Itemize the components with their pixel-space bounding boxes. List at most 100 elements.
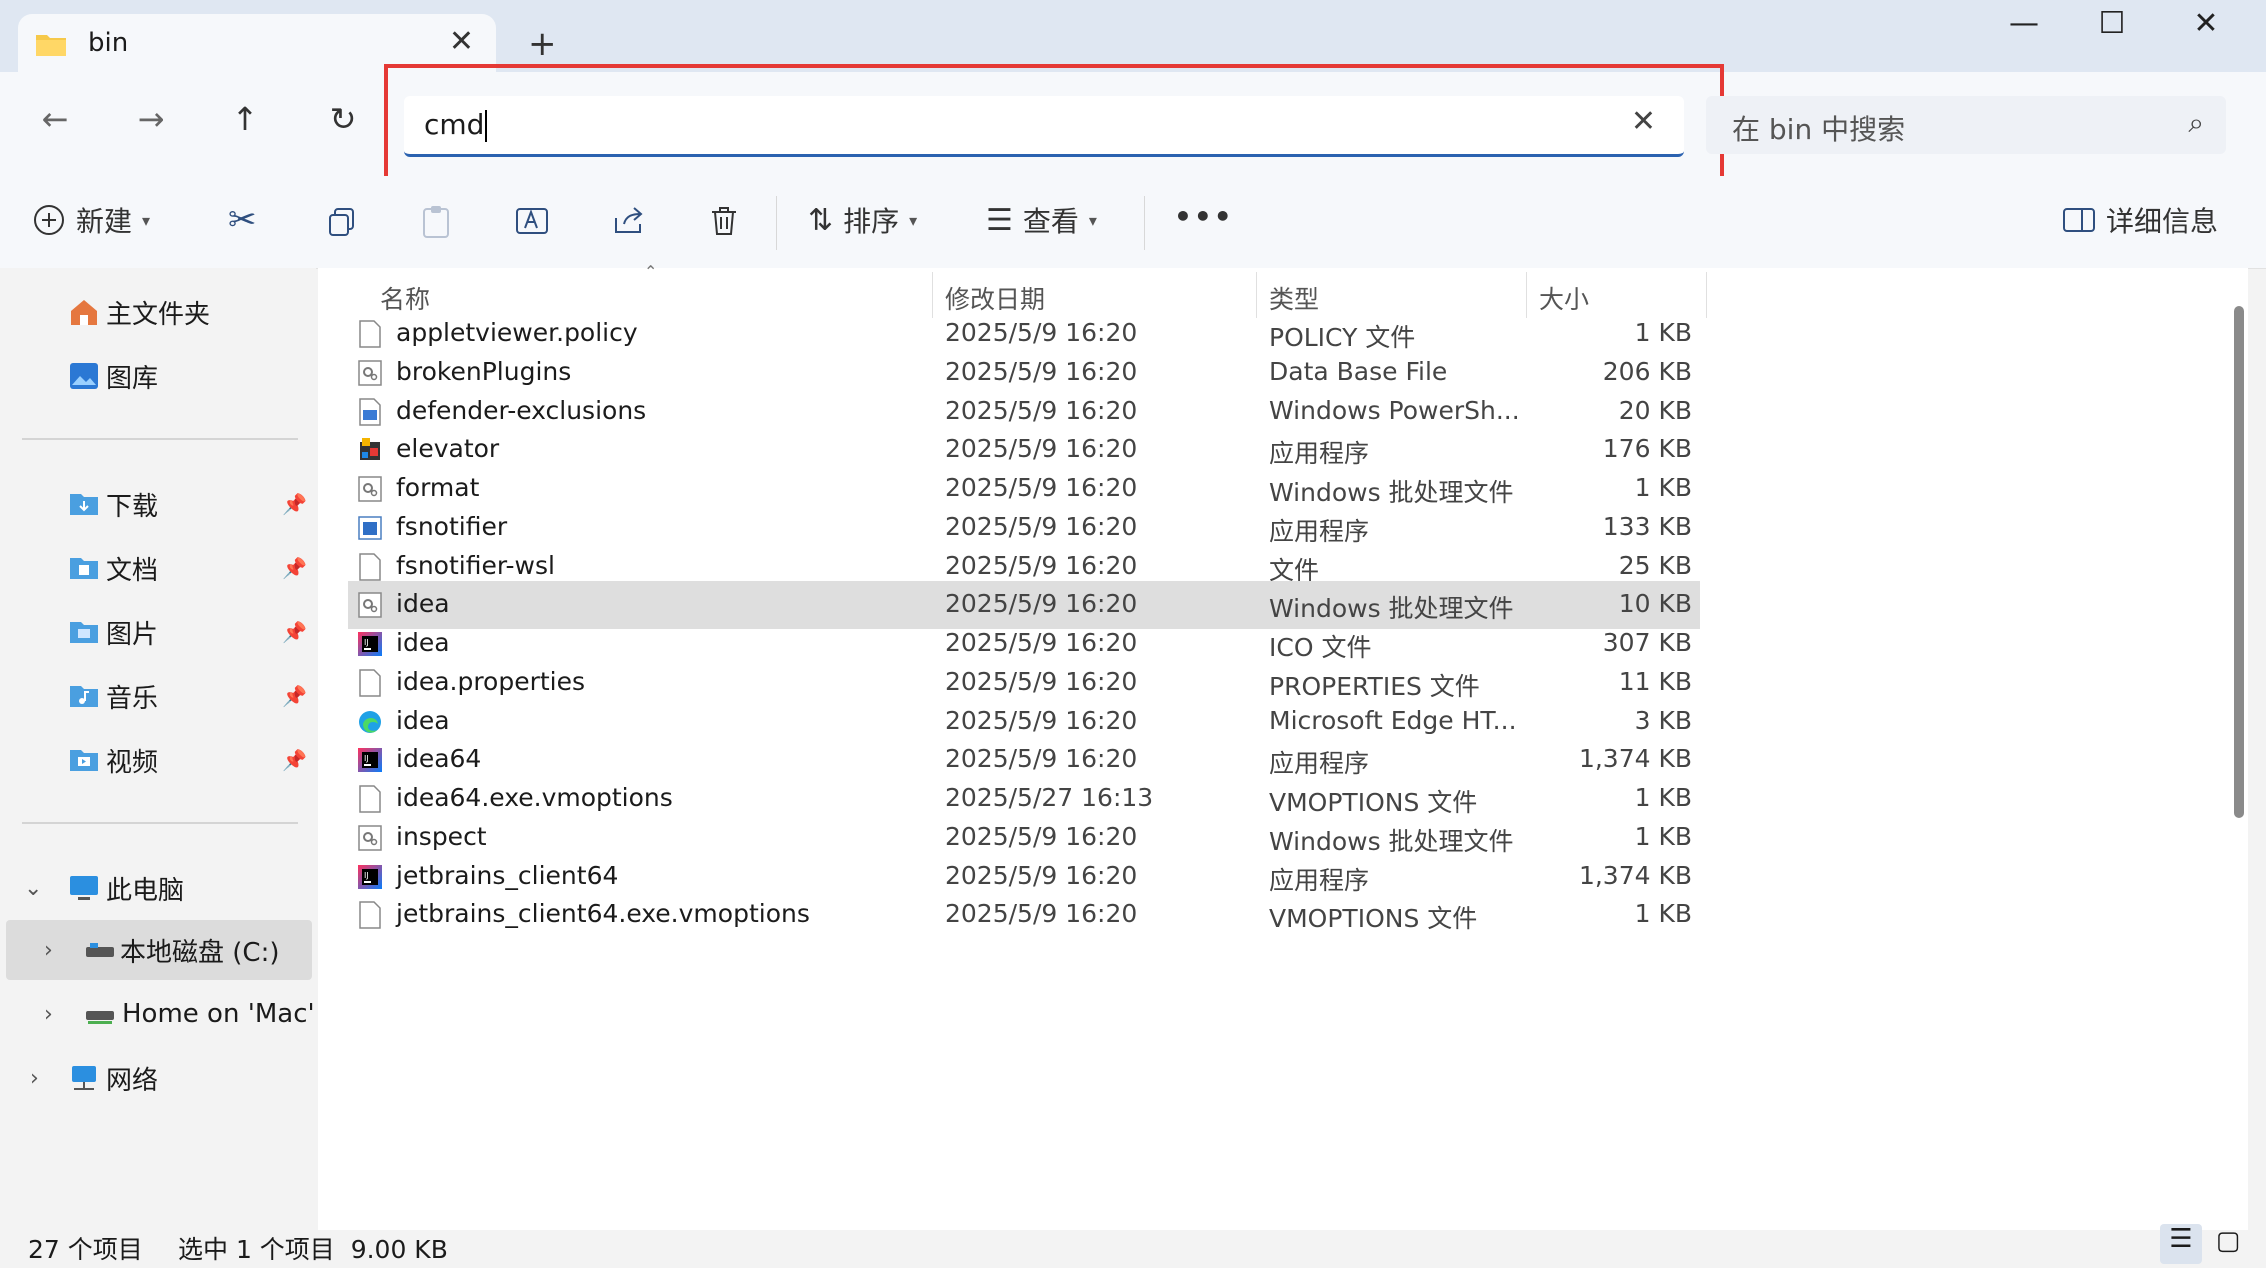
file-name: elevator <box>396 434 500 464</box>
item-count: 27 个项目 <box>28 1235 143 1264</box>
file-date: 2025/5/9 16:20 <box>945 473 1138 502</box>
back-button[interactable]: ← <box>30 100 80 138</box>
sidebar-item-label: 视频 <box>106 747 159 778</box>
rename-icon[interactable] <box>514 204 550 238</box>
file-date: 2025/5/9 16:20 <box>945 395 1138 425</box>
file-icon <box>359 552 381 581</box>
file-date: 2025/5/9 16:20 <box>945 318 1138 347</box>
sort-label: 排序 <box>843 205 900 238</box>
chevron-right-icon[interactable]: › <box>44 1002 53 1027</box>
pin-icon: 📌 <box>282 748 307 772</box>
svg-text:IJ: IJ <box>364 871 369 880</box>
chevron-right-icon[interactable]: › <box>44 938 53 963</box>
details-view-icon: ☰ <box>2169 1224 2193 1254</box>
toolbar-separator <box>776 196 777 250</box>
refresh-button[interactable]: ↻ <box>318 100 368 138</box>
chevron-right-icon[interactable]: › <box>30 1066 39 1091</box>
settings-file-icon <box>358 592 382 618</box>
intellij-icon: IJ <box>358 748 382 773</box>
up-button[interactable]: ↑ <box>220 100 270 138</box>
sort-icon: ⇅ <box>808 202 834 238</box>
maximize-button[interactable]: ☐ <box>2082 6 2142 41</box>
chevron-down-icon[interactable]: ⌄ <box>24 876 42 901</box>
sidebar-item-network[interactable]: › 网络 <box>0 1048 316 1108</box>
file-size: 1 KB <box>1634 821 1692 851</box>
file-name: format <box>396 473 480 502</box>
file-type: Data Base File <box>1269 356 1448 386</box>
column-separator[interactable] <box>1706 272 1707 318</box>
sidebar-item-music[interactable]: 音乐 📌 <box>0 666 316 726</box>
file-date: 2025/5/9 16:20 <box>945 356 1138 386</box>
sidebar-item-label: 主文件夹 <box>106 299 211 330</box>
details-view-button[interactable]: ☰ <box>2160 1224 2202 1264</box>
computer-icon <box>70 876 98 900</box>
powershell-file-icon <box>359 397 381 426</box>
sidebar-item-home[interactable]: 主文件夹 <box>0 282 316 342</box>
file-name: idea <box>396 628 450 657</box>
copy-icon[interactable] <box>326 206 358 238</box>
table-row[interactable]: jetbrains_client64.exe.vmoptions 2025/5/9… <box>348 891 1700 939</box>
chevron-down-icon: ▾ <box>909 210 918 230</box>
file-name: brokenPlugins <box>396 356 572 386</box>
cut-icon[interactable]: ✂ <box>228 200 257 240</box>
view-list-icon: ☰ <box>986 202 1013 238</box>
file-name: fsnotifier <box>396 511 508 541</box>
file-size: 20 KB <box>1618 395 1692 425</box>
file-name: idea <box>396 589 450 619</box>
file-date: 2025/5/9 16:20 <box>945 550 1138 580</box>
pin-icon: 📌 <box>282 492 307 516</box>
file-size: 1 KB <box>1634 783 1692 812</box>
sidebar-item-label: 音乐 <box>106 683 159 714</box>
sidebar-item-this-pc[interactable]: ⌄ 此电脑 <box>0 858 316 918</box>
file-size: 307 KB <box>1602 628 1692 657</box>
file-size: 1,374 KB <box>1578 744 1692 774</box>
sidebar-item-drive-c[interactable]: › 本地磁盘 (C:) <box>6 920 312 980</box>
sidebar-item-documents[interactable]: 文档 📌 <box>0 538 316 598</box>
sidebar-item-downloads[interactable]: 下载 📌 <box>0 474 316 534</box>
details-pane-button[interactable]: 详细信息 <box>2062 200 2218 240</box>
file-date: 2025/5/9 16:20 <box>945 705 1138 735</box>
settings-file-icon <box>358 360 382 386</box>
close-window-button[interactable]: ✕ <box>2176 6 2236 41</box>
search-icon[interactable]: ⌕ <box>2188 106 2204 140</box>
file-name: jetbrains_client64.exe.vmoptions <box>396 899 810 929</box>
sidebar-item-label: 文档 <box>106 555 159 586</box>
network-drive-icon <box>86 1011 114 1024</box>
file-size: 176 KB <box>1602 434 1692 464</box>
file-size: 1 KB <box>1634 899 1692 929</box>
sidebar-item-pictures[interactable]: 图片 📌 <box>0 602 316 662</box>
file-name: idea.properties <box>396 666 586 696</box>
file-date: 2025/5/9 16:20 <box>945 628 1138 657</box>
window-app-icon <box>358 516 382 540</box>
forward-button[interactable]: → <box>126 100 176 138</box>
drive-icon <box>86 943 114 957</box>
file-type: Windows PowerSh... <box>1269 395 1520 425</box>
share-icon[interactable] <box>612 204 646 238</box>
search-box[interactable]: 在 bin 中搜索 ⌕ <box>1706 96 2226 154</box>
more-options-button[interactable]: ••• <box>1174 200 1234 233</box>
file-date: 2025/5/9 16:20 <box>945 860 1138 890</box>
file-date: 2025/5/9 16:20 <box>945 434 1138 464</box>
sidebar-item-gallery[interactable]: 图库 <box>0 346 316 406</box>
file-size: 133 KB <box>1602 511 1692 541</box>
sidebar-item-videos[interactable]: 视频 📌 <box>0 730 316 790</box>
minimize-button[interactable]: — <box>1994 6 2054 41</box>
file-name: fsnotifier-wsl <box>396 550 555 580</box>
vertical-scrollbar-thumb[interactable] <box>2234 306 2244 818</box>
tab-close-button[interactable]: ✕ <box>449 24 474 59</box>
tiles-view-button[interactable]: ▢ <box>2210 1226 2246 1262</box>
file-icon <box>359 901 381 929</box>
file-date: 2025/5/9 16:20 <box>945 589 1138 619</box>
details-pane-icon <box>2063 208 2095 232</box>
new-tab-button[interactable]: + <box>528 24 557 64</box>
plus-circle-icon <box>34 205 64 235</box>
file-icon <box>359 320 381 348</box>
sort-button[interactable]: ⇅ 排序 ▾ <box>808 200 917 240</box>
view-button[interactable]: ☰ 查看 ▾ <box>986 200 1097 240</box>
sidebar-item-home-mac[interactable]: › Home on 'Mac' ( <box>0 984 316 1044</box>
new-button[interactable]: 新建 ▾ <box>32 200 150 240</box>
paste-icon[interactable] <box>420 204 452 240</box>
file-name: idea64 <box>396 744 482 774</box>
delete-icon[interactable] <box>708 204 740 238</box>
svg-text:IJ: IJ <box>364 754 369 763</box>
